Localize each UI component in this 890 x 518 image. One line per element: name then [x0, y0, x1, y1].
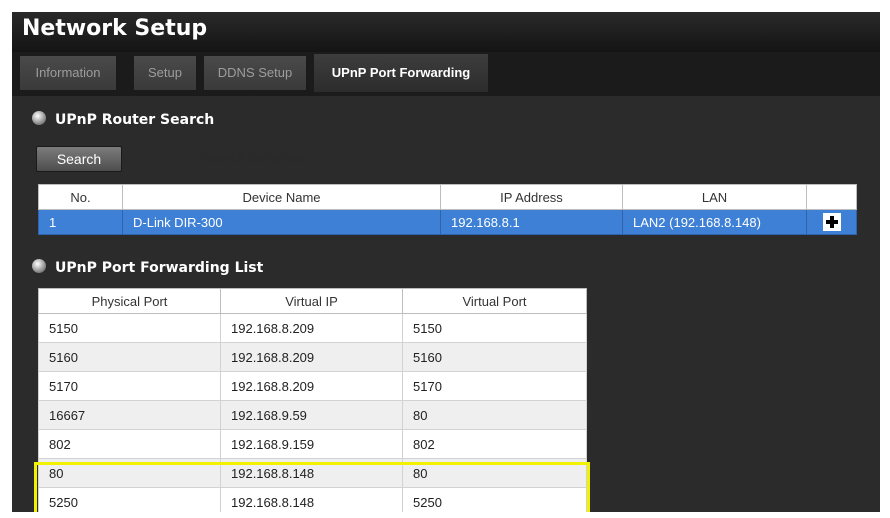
virtual-port-cell: 802: [402, 429, 587, 459]
router-search-heading-label: UPnP Router Search: [55, 112, 215, 128]
network-setup-window: Network Setup Information Setup DDNS Set…: [12, 12, 880, 512]
router-row-selected[interactable]: 1 D-Link DIR-300 192.168.8.1 LAN2 (192.1…: [38, 209, 857, 235]
virtual-ip-cell: 192.168.8.209: [220, 313, 403, 343]
router-ip-cell: 192.168.8.1: [440, 209, 623, 235]
column-header-virtual-ip: Virtual IP: [220, 288, 403, 314]
virtual-port-cell: 5160: [402, 342, 587, 372]
router-device-cell: D-Link DIR-300: [122, 209, 441, 235]
bullet-icon: [32, 111, 46, 125]
router-table: No. Device Name IP Address LAN 1 D-Link …: [38, 184, 857, 235]
router-search-heading: UPnP Router Search: [32, 108, 214, 132]
physical-port-cell: 5170: [38, 371, 221, 401]
physical-port-cell: 5150: [38, 313, 221, 343]
table-row[interactable]: 5160 192.168.8.209 5160: [38, 342, 587, 372]
column-header-lan: LAN: [622, 184, 807, 210]
highlight-box: [34, 462, 590, 512]
tab-bar: Information Setup DDNS Setup UPnP Port F…: [12, 52, 880, 96]
table-row[interactable]: 5170 192.168.8.209 5170: [38, 371, 587, 401]
search-button[interactable]: Search: [36, 146, 122, 172]
tab-setup[interactable]: Setup: [134, 56, 197, 90]
bullet-icon: [32, 259, 46, 273]
column-header-virtual-port: Virtual Port: [402, 288, 587, 314]
tab-ddns-setup[interactable]: DDNS Setup: [204, 56, 307, 90]
router-no-cell: 1: [38, 209, 123, 235]
virtual-port-cell: 80: [402, 400, 587, 430]
physical-port-cell: 16667: [38, 400, 221, 430]
table-row[interactable]: 16667 192.168.9.59 80: [38, 400, 587, 430]
content-panel: UPnP Router Search Search Search complet…: [12, 96, 880, 512]
column-header-ip-address: IP Address: [440, 184, 623, 210]
table-row[interactable]: 5150 192.168.8.209 5150: [38, 313, 587, 343]
search-status: Search complete: [202, 150, 307, 165]
router-table-header: No. Device Name IP Address LAN: [38, 184, 857, 210]
virtual-ip-cell: 192.168.8.209: [220, 342, 403, 372]
title-bar: Network Setup: [12, 12, 880, 52]
router-lan-cell: LAN2 (192.168.8.148): [622, 209, 807, 235]
window-title: Network Setup: [22, 16, 208, 41]
column-header-action: [806, 184, 857, 210]
port-forwarding-heading-label: UPnP Port Forwarding List: [55, 260, 264, 276]
column-header-physical-port: Physical Port: [38, 288, 221, 314]
virtual-ip-cell: 192.168.8.209: [220, 371, 403, 401]
plus-icon[interactable]: [822, 213, 841, 231]
port-forwarding-table-header: Physical Port Virtual IP Virtual Port: [38, 288, 587, 314]
port-forwarding-heading: UPnP Port Forwarding List: [32, 256, 263, 280]
column-header-no: No.: [38, 184, 123, 210]
tab-information[interactable]: Information: [20, 56, 117, 90]
column-header-device-name: Device Name: [122, 184, 441, 210]
physical-port-cell: 5160: [38, 342, 221, 372]
table-row[interactable]: 802 192.168.9.159 802: [38, 429, 587, 459]
virtual-ip-cell: 192.168.9.159: [220, 429, 403, 459]
physical-port-cell: 802: [38, 429, 221, 459]
virtual-port-cell: 5150: [402, 313, 587, 343]
virtual-port-cell: 5170: [402, 371, 587, 401]
router-action-cell: [806, 209, 857, 235]
virtual-ip-cell: 192.168.9.59: [220, 400, 403, 430]
tab-upnp-port-forwarding[interactable]: UPnP Port Forwarding: [314, 54, 489, 92]
